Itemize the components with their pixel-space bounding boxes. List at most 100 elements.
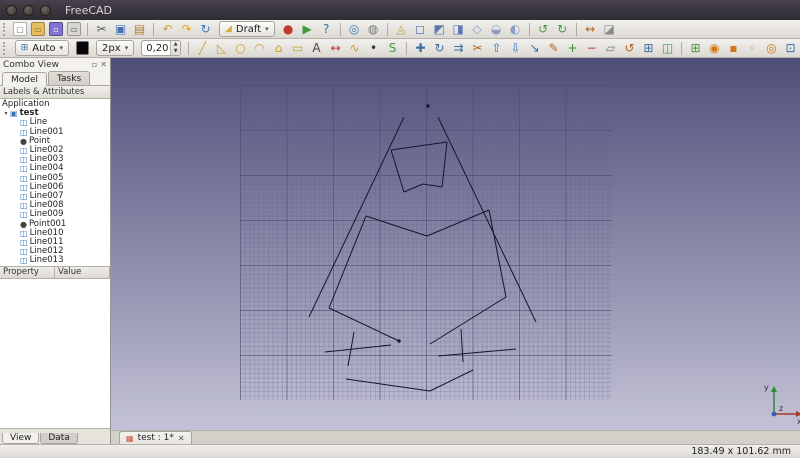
- rotate-right-icon[interactable]: ↻: [553, 21, 572, 38]
- line-color-swatch[interactable]: [76, 41, 90, 55]
- draft-add-point-icon[interactable]: +: [563, 40, 582, 57]
- refresh-icon[interactable]: ↻: [196, 21, 215, 38]
- close-panel-icon[interactable]: ✕: [100, 60, 107, 69]
- draft-offset-icon[interactable]: ⇉: [449, 40, 468, 57]
- sketch-line[interactable]: [441, 141, 448, 188]
- tab-tasks[interactable]: Tasks: [48, 71, 91, 85]
- snap-endpoint-icon[interactable]: ▪: [724, 40, 743, 57]
- maximize-button[interactable]: [40, 4, 51, 16]
- sketch-line[interactable]: [429, 296, 507, 345]
- top-view-icon[interactable]: ◩: [430, 21, 449, 38]
- application-root[interactable]: Application: [0, 100, 110, 109]
- sketch-line[interactable]: [324, 344, 392, 353]
- select-plane-button[interactable]: ⊞ Auto ▾: [14, 40, 70, 56]
- sketch-line[interactable]: [328, 215, 367, 309]
- rear-view-icon[interactable]: ◇: [468, 21, 487, 38]
- draft-rotate-icon[interactable]: ↻: [430, 40, 449, 57]
- snap-center-icon[interactable]: ◎: [762, 40, 781, 57]
- float-panel-icon[interactable]: ▫: [92, 60, 97, 69]
- document-tab[interactable]: ▦ test : 1* ✕: [119, 431, 192, 444]
- tree-item-test[interactable]: ▾ ▣ test: [0, 109, 110, 119]
- value-column-header[interactable]: Value: [55, 267, 110, 278]
- measure-distance-icon[interactable]: ↔: [581, 21, 600, 38]
- axonometric-view-icon[interactable]: ◬: [392, 21, 411, 38]
- sketch-line[interactable]: [365, 215, 428, 237]
- sketch-line[interactable]: [426, 209, 490, 237]
- spin-buttons[interactable]: ▲ ▼: [170, 41, 181, 55]
- print-document-icon[interactable]: ▭: [67, 22, 81, 36]
- fit-all-icon[interactable]: ◎: [345, 21, 364, 38]
- draft-rectangle-icon[interactable]: ▭: [288, 40, 307, 57]
- draft-array-icon[interactable]: ⊞: [639, 40, 658, 57]
- sketch-line[interactable]: [429, 369, 474, 392]
- sketch-line[interactable]: [328, 307, 400, 342]
- draw-style-icon[interactable]: ◍: [364, 21, 383, 38]
- draft-circle-icon[interactable]: ○: [231, 40, 250, 57]
- draft-bspline-icon[interactable]: ∿: [345, 40, 364, 57]
- spin-down-icon[interactable]: ▼: [171, 48, 180, 55]
- toolbar-drag-handle[interactable]: [3, 41, 8, 55]
- spin-up-icon[interactable]: ▲: [171, 41, 180, 48]
- snap-lock-icon[interactable]: ◉: [705, 40, 724, 57]
- draft-downgrade-icon[interactable]: ⇩: [506, 40, 525, 57]
- draft-delete-point-icon[interactable]: −: [582, 40, 601, 57]
- draft-wire-icon[interactable]: ◺: [212, 40, 231, 57]
- tab-data[interactable]: Data: [40, 433, 78, 444]
- left-view-icon[interactable]: ◐: [506, 21, 525, 38]
- macro-record-icon[interactable]: ●: [279, 21, 298, 38]
- open-document-icon[interactable]: ▭: [31, 22, 45, 36]
- right-view-icon[interactable]: ◨: [449, 21, 468, 38]
- draft-to-sketch-icon[interactable]: ↺: [620, 40, 639, 57]
- workbench-selector[interactable]: ◢ Draft ▾: [219, 21, 275, 37]
- sketch-line[interactable]: [390, 141, 448, 151]
- clipping-plane-icon[interactable]: ◪: [600, 21, 619, 38]
- sketch-line[interactable]: [422, 183, 443, 188]
- draft-trimex-icon[interactable]: ✂: [468, 40, 487, 57]
- copy-icon[interactable]: ▣: [111, 21, 130, 38]
- 3d-viewport[interactable]: x y z: [111, 58, 800, 430]
- toggle-grid-icon[interactable]: ⊞: [686, 40, 705, 57]
- close-button[interactable]: [6, 4, 17, 16]
- scale-spinbox[interactable]: 0,20 ▲ ▼: [141, 40, 182, 56]
- tree-item-line001[interactable]: ◫ Line001: [0, 127, 110, 137]
- expander-icon[interactable]: ▾: [2, 109, 10, 118]
- sketch-line[interactable]: [437, 348, 517, 357]
- sketch-point[interactable]: [426, 104, 430, 108]
- front-view-icon[interactable]: ◻: [411, 21, 430, 38]
- sketch-line[interactable]: [390, 149, 405, 193]
- draft-point-icon[interactable]: •: [364, 40, 383, 57]
- draft-polygon-icon[interactable]: ⌂: [269, 40, 288, 57]
- sketch-line[interactable]: [345, 378, 431, 392]
- draft-clone-icon[interactable]: ◫: [658, 40, 677, 57]
- snap-midpoint-icon[interactable]: ◦: [743, 40, 762, 57]
- sketch-line[interactable]: [460, 328, 464, 363]
- tab-model[interactable]: Model: [2, 72, 48, 86]
- draft-text-icon[interactable]: A: [307, 40, 326, 57]
- line-width-select[interactable]: 2px ▾: [96, 40, 135, 56]
- property-column-header[interactable]: Property: [0, 267, 55, 278]
- cut-icon[interactable]: ✂: [92, 21, 111, 38]
- sketch-point[interactable]: [397, 339, 401, 343]
- draft-move-icon[interactable]: ✚: [411, 40, 430, 57]
- tree-item-line013[interactable]: ◫ Line013: [0, 256, 110, 266]
- draft-shapestring-icon[interactable]: S: [383, 40, 402, 57]
- rotate-left-icon[interactable]: ↺: [534, 21, 553, 38]
- save-document-icon[interactable]: ▫: [49, 22, 63, 36]
- draft-shape2dview-icon[interactable]: ▱: [601, 40, 620, 57]
- sketch-line[interactable]: [437, 116, 537, 323]
- draft-upgrade-icon[interactable]: ⇧: [487, 40, 506, 57]
- new-document-icon[interactable]: ▢: [13, 22, 27, 36]
- redo-icon[interactable]: ↷: [177, 21, 196, 38]
- paste-icon[interactable]: ▤: [130, 21, 149, 38]
- sketch-line[interactable]: [403, 183, 424, 193]
- draft-arc-icon[interactable]: ◠: [250, 40, 269, 57]
- working-plane-icon[interactable]: ⊡: [781, 40, 800, 57]
- minimize-button[interactable]: [23, 4, 34, 16]
- macro-execute-icon[interactable]: ▶: [298, 21, 317, 38]
- draft-scale-icon[interactable]: ↘: [525, 40, 544, 57]
- bottom-view-icon[interactable]: ◒: [487, 21, 506, 38]
- sketch-line[interactable]: [308, 116, 405, 318]
- draft-line-icon[interactable]: ╱: [193, 40, 212, 57]
- toolbar-drag-handle[interactable]: [3, 22, 8, 36]
- draft-edit-icon[interactable]: ✎: [544, 40, 563, 57]
